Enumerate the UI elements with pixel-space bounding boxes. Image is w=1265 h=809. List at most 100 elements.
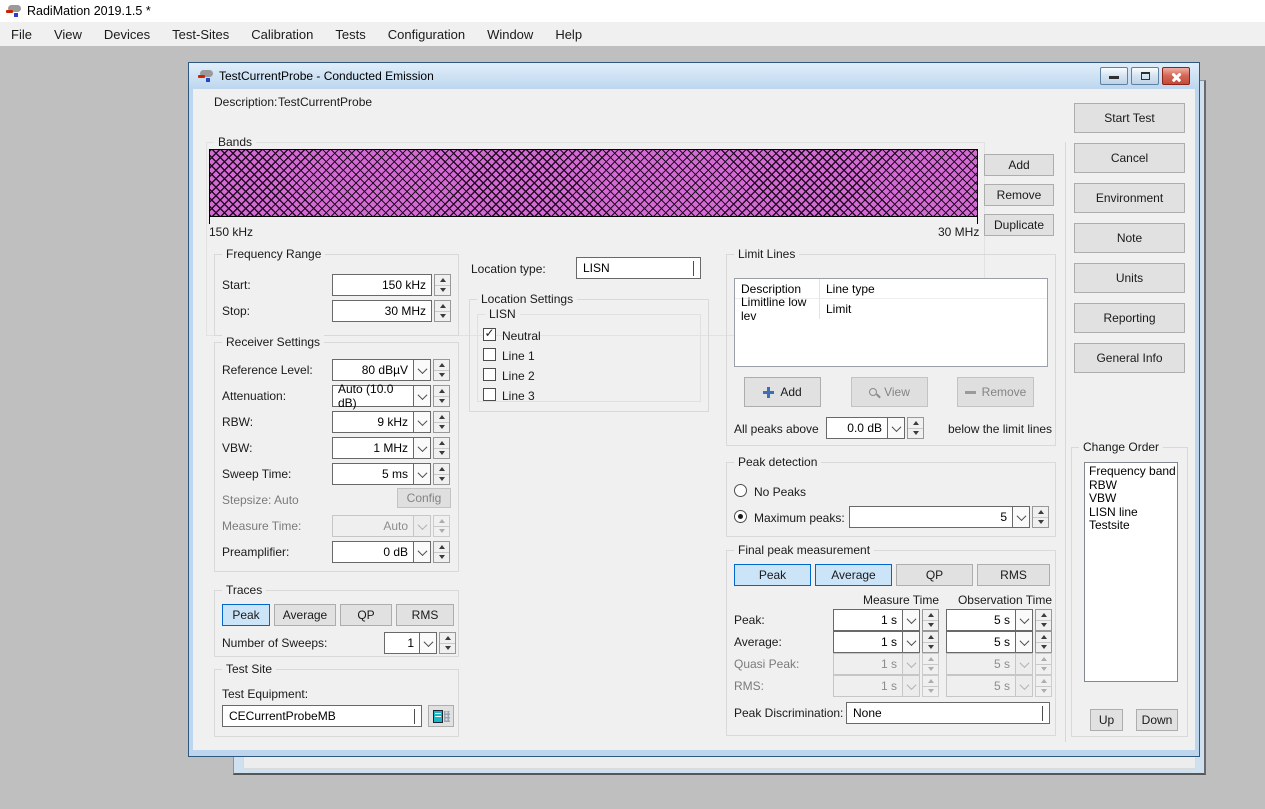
rbw-field[interactable]: 9 kHz xyxy=(332,411,450,433)
column-line-type: Line type xyxy=(820,282,875,296)
environment-button[interactable]: Environment xyxy=(1074,183,1185,213)
vbw-field[interactable]: 1 MHz xyxy=(332,437,450,459)
chevron-down-icon[interactable] xyxy=(414,385,431,407)
chevron-down-icon[interactable] xyxy=(903,631,920,653)
sweeps-field[interactable]: 1 xyxy=(384,632,456,654)
start-frequency-spinner[interactable] xyxy=(434,274,451,296)
stop-frequency-field[interactable]: 30 MHz xyxy=(332,300,451,322)
close-button[interactable] xyxy=(1162,67,1190,85)
final-peak-button[interactable]: Peak xyxy=(734,564,811,586)
trace-qp-button[interactable]: QP xyxy=(340,604,392,626)
description-label: Description: xyxy=(214,95,277,109)
menu-window[interactable]: Window xyxy=(476,22,544,46)
limit-view-button[interactable]: View xyxy=(851,377,928,407)
stepsize-config-button[interactable]: Config xyxy=(397,488,451,508)
band-start-label: 150 kHz xyxy=(209,225,253,239)
chevron-down-icon[interactable] xyxy=(414,359,431,381)
peaks-above-field[interactable]: 0.0 dB xyxy=(826,417,924,439)
list-item[interactable]: RBW xyxy=(1089,479,1177,493)
test-equipment-select[interactable]: CECurrentProbeMB xyxy=(222,705,422,727)
list-item[interactable]: Frequency band xyxy=(1089,465,1177,479)
list-item[interactable]: LISN line xyxy=(1089,506,1177,520)
checkbox-line2[interactable] xyxy=(483,368,496,381)
trace-average-button[interactable]: Average xyxy=(274,604,336,626)
frequency-range-label: Frequency Range xyxy=(222,247,325,261)
menu-calibration[interactable]: Calibration xyxy=(240,22,324,46)
minimize-button[interactable] xyxy=(1100,67,1128,85)
chevron-down-icon[interactable] xyxy=(1016,609,1033,631)
max-peaks-field[interactable]: 5 xyxy=(849,506,1049,528)
maximize-button[interactable] xyxy=(1131,67,1159,85)
chevron-down-icon[interactable] xyxy=(414,437,431,459)
order-up-button[interactable]: Up xyxy=(1090,709,1123,731)
list-item[interactable]: VBW xyxy=(1089,492,1177,506)
order-down-button[interactable]: Down xyxy=(1136,709,1178,731)
radio-max-peaks[interactable] xyxy=(734,510,747,523)
sweep-time-field[interactable]: 5 ms xyxy=(332,463,450,485)
fp-average-observation-field[interactable]: 5 s xyxy=(946,631,1052,653)
chevron-down-icon[interactable] xyxy=(414,541,431,563)
table-row[interactable]: Limitline low lev Limit xyxy=(735,299,1047,319)
change-order-list[interactable]: Frequency band RBW VBW LISN line Testsit… xyxy=(1084,462,1178,682)
chevron-down-icon[interactable] xyxy=(414,463,431,485)
menu-tests[interactable]: Tests xyxy=(324,22,376,46)
minimize-icon xyxy=(1109,76,1119,79)
preamplifier-field[interactable]: 0 dB xyxy=(332,541,450,563)
fp-rms-measure-field: 1 s xyxy=(833,675,939,697)
minus-icon xyxy=(965,391,976,394)
final-rms-button[interactable]: RMS xyxy=(977,564,1050,586)
chevron-down-icon[interactable] xyxy=(903,609,920,631)
trace-rms-button[interactable]: RMS xyxy=(396,604,454,626)
menu-test-sites[interactable]: Test-Sites xyxy=(161,22,240,46)
limit-remove-button[interactable]: Remove xyxy=(957,377,1034,407)
limit-lines-table[interactable]: Description Line type Limitline low lev … xyxy=(734,278,1048,367)
stepsize-label: Stepsize: Auto xyxy=(222,493,299,507)
final-peak-label: Final peak measurement xyxy=(734,543,874,557)
reference-level-field[interactable]: 80 dBµV xyxy=(332,359,450,381)
radio-no-peaks[interactable] xyxy=(734,484,747,497)
dialog-titlebar[interactable]: TestCurrentProbe - Conducted Emission xyxy=(189,63,1199,89)
preamplifier-label: Preamplifier: xyxy=(222,545,289,559)
lisn-group-label: LISN xyxy=(485,307,520,321)
checkbox-line3[interactable] xyxy=(483,388,496,401)
band-add-button[interactable]: Add xyxy=(984,154,1054,176)
attenuation-field[interactable]: Auto (10.0 dB) xyxy=(332,385,450,407)
chevron-down-icon[interactable] xyxy=(414,411,431,433)
limit-add-button[interactable]: Add xyxy=(744,377,821,407)
band-remove-button[interactable]: Remove xyxy=(984,184,1054,206)
units-button[interactable]: Units xyxy=(1074,263,1185,293)
note-button[interactable]: Note xyxy=(1074,223,1185,253)
reference-level-label: Reference Level: xyxy=(222,363,313,377)
menu-help[interactable]: Help xyxy=(544,22,593,46)
dialog-title: TestCurrentProbe - Conducted Emission xyxy=(219,69,434,83)
chevron-down-icon[interactable] xyxy=(888,417,905,439)
chevron-down-icon[interactable] xyxy=(1016,631,1033,653)
cancel-button[interactable]: Cancel xyxy=(1074,143,1185,173)
fp-average-measure-field[interactable]: 1 s xyxy=(833,631,939,653)
chevron-down-icon[interactable] xyxy=(1013,506,1030,528)
peak-discrimination-select[interactable]: None xyxy=(846,702,1050,724)
band-duplicate-button[interactable]: Duplicate xyxy=(984,214,1054,236)
reporting-button[interactable]: Reporting xyxy=(1074,303,1185,333)
fp-peak-observation-field[interactable]: 5 s xyxy=(946,609,1052,631)
menu-view[interactable]: View xyxy=(43,22,93,46)
chevron-down-icon[interactable] xyxy=(420,632,437,654)
checkbox-line1[interactable] xyxy=(483,348,496,361)
fp-peak-measure-field[interactable]: 1 s xyxy=(833,609,939,631)
start-test-button[interactable]: Start Test xyxy=(1074,103,1185,133)
final-average-button[interactable]: Average xyxy=(815,564,892,586)
list-item[interactable]: Testsite xyxy=(1089,519,1177,533)
location-type-select[interactable]: LISN xyxy=(576,257,701,279)
menu-file[interactable]: File xyxy=(0,22,43,46)
checkbox-neutral[interactable] xyxy=(483,328,496,341)
band-stop-label: 30 MHz xyxy=(938,225,979,239)
test-equipment-config-button[interactable] xyxy=(428,705,454,727)
start-frequency-field[interactable]: 150 kHz xyxy=(332,274,451,296)
frequency-band[interactable] xyxy=(209,149,978,217)
general-info-button[interactable]: General Info xyxy=(1074,343,1185,373)
trace-peak-button[interactable]: Peak xyxy=(222,604,270,626)
menu-devices[interactable]: Devices xyxy=(93,22,161,46)
menu-configuration[interactable]: Configuration xyxy=(377,22,476,46)
final-qp-button[interactable]: QP xyxy=(896,564,973,586)
stop-frequency-spinner[interactable] xyxy=(434,300,451,322)
